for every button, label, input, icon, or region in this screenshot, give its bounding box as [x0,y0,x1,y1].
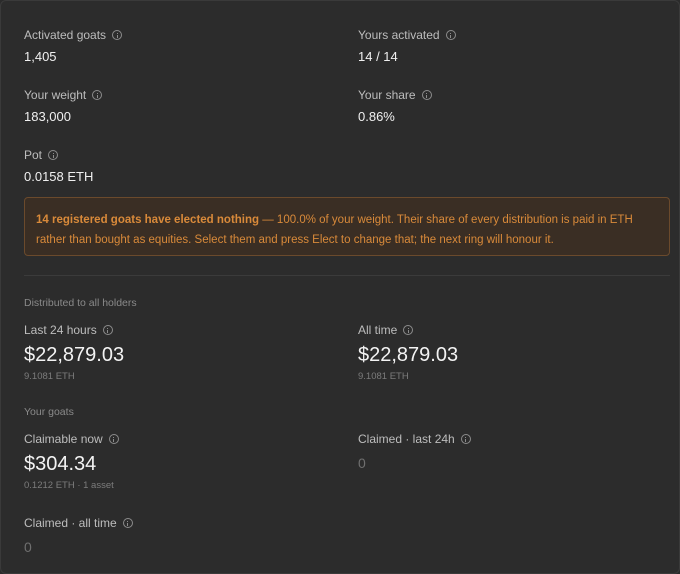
pot-value: 0.0158 ETH [24,169,94,184]
activated-goats-label: Activated goats [24,28,107,42]
section-divider [24,275,670,276]
info-icon[interactable] [421,90,432,100]
activated-goats-value: 1,405 [24,49,57,64]
info-icon[interactable] [445,30,456,40]
claimed-24h-label: Claimed · last 24h [358,432,455,446]
claimable-now-stat: Claimable now $304.34 0.1212 ETH · 1 ass… [24,432,119,491]
notice-bold-text: 14 registered goats have elected nothing [36,214,260,226]
pot-label: Pot [24,148,43,162]
your-share-stat: Your share 0.86% [358,88,432,125]
claimable-now-value: $304.34 [24,453,97,475]
your-weight-stat: Your weight 183,000 [24,88,103,125]
your-share-label: Your share [358,88,416,102]
your-weight-label: Your weight [24,88,87,102]
info-icon[interactable] [92,90,103,100]
info-icon[interactable] [112,30,123,40]
info-icon[interactable] [48,150,59,160]
your-weight-value: 183,000 [24,109,71,124]
info-icon[interactable] [403,325,414,335]
distributed-section-title: Distributed to all holders [24,297,137,309]
election-warning-notice: 14 registered goats have elected nothing… [24,197,670,256]
all-time-value: $22,879.03 [358,344,459,366]
claimed-24h-stat: Claimed · last 24h 0 [358,432,471,471]
pot-stat: Pot 0.0158 ETH [24,148,93,185]
claimed-all-time-label: Claimed · all time [24,516,117,530]
your-share-value: 0.86% [358,109,395,124]
yours-activated-value: 14 / 14 [358,49,398,64]
last-24-hours-eth: 9.1081 ETH [24,371,75,382]
claimable-now-label: Claimable now [24,432,103,446]
last-24-hours-value: $22,879.03 [24,344,125,366]
all-time-stat: All time $22,879.03 9.1081 ETH [358,323,458,382]
claimable-now-details: 0.1212 ETH · 1 asset [24,480,114,491]
activated-goats-stat: Activated goats 1,405 [24,28,123,65]
info-icon[interactable] [122,518,133,528]
info-icon[interactable] [102,325,113,335]
yours-activated-stat: Yours activated 14 / 14 [358,28,456,65]
yours-activated-label: Yours activated [358,28,440,42]
claimed-all-time-stat: Claimed · all time 0 [24,516,133,555]
last-24-hours-label: Last 24 hours [24,323,97,337]
last-24-hours-stat: Last 24 hours $22,879.03 9.1081 ETH [24,323,124,382]
all-time-eth: 9.1081 ETH [358,371,409,382]
stats-panel: Activated goats 1,405 Yours activated 14… [0,0,680,574]
all-time-label: All time [358,323,398,337]
info-icon[interactable] [460,434,471,444]
claimed-all-time-value: 0 [24,539,32,555]
claimed-24h-value: 0 [358,455,366,471]
your-goats-section-title: Your goats [24,406,74,418]
info-icon[interactable] [108,434,119,444]
